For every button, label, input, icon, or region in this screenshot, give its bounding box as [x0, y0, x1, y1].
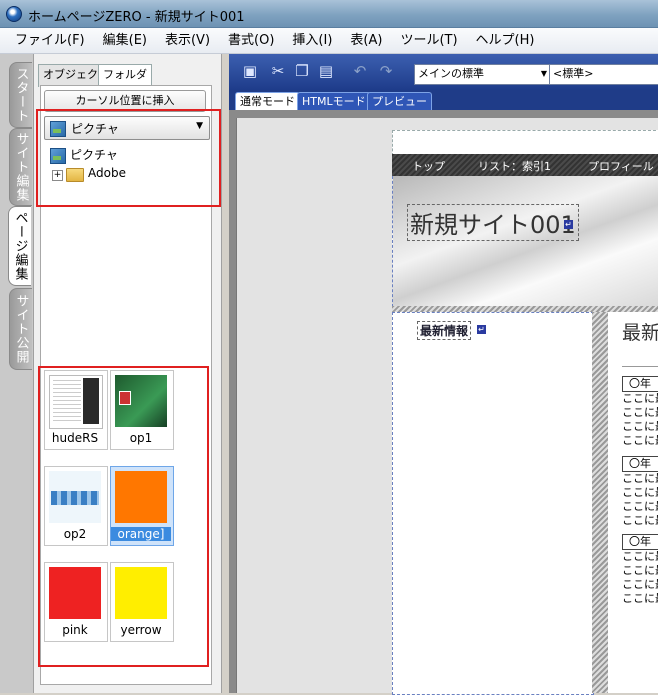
copy-icon[interactable]: ❐: [291, 60, 313, 82]
news-entry: 〇年 ここに最 ここに最 ここに最 ここに最: [622, 376, 658, 448]
nav-link[interactable]: プロフィール: [588, 158, 654, 174]
highlight-box: [38, 366, 209, 667]
undo-icon[interactable]: ↶: [349, 60, 371, 82]
side-tab-page-edit[interactable]: ページ編集: [8, 206, 31, 286]
entry-line: ここに最: [622, 420, 658, 433]
editor-toolbar: ▣ ✂ ❐ ▤ ↶ ↷ メインの標準 ▼ <標準>: [229, 54, 658, 90]
nav-link[interactable]: トップ: [412, 158, 445, 174]
nav-link[interactable]: リスト：索引1: [478, 158, 551, 174]
entry-date: 〇年: [622, 534, 658, 550]
entry-line: ここに最: [622, 392, 658, 405]
side-tab-site-edit[interactable]: サイト編集: [9, 128, 32, 206]
entry-line: ここに最: [622, 550, 658, 563]
folder-panel: オブジェクト フォルダ カーソル位置に挿入 ピクチャ ▼ ピクチャ + Adob…: [34, 54, 222, 693]
entry-date: 〇年: [622, 376, 658, 392]
site-title[interactable]: 新規サイト001: [407, 204, 579, 241]
menu-help[interactable]: ヘルプ(H): [467, 29, 544, 53]
app-icon: [6, 6, 22, 22]
style-select-value: メインの標準: [418, 67, 484, 80]
side-tab-strip: スタート サイト編集 ページ編集 サイト公開: [0, 54, 34, 693]
entry-line: ここに最: [622, 486, 658, 499]
tab-folder[interactable]: フォルダ: [98, 64, 152, 87]
menu-view[interactable]: 表示(V): [156, 29, 219, 53]
style-select[interactable]: メインの標準 ▼: [414, 64, 551, 85]
redo-icon[interactable]: ↷: [375, 60, 397, 82]
column-divider: [592, 312, 608, 693]
page-top-strip: [392, 130, 658, 156]
page-nav-bar: トップ リスト：索引1 プロフィール: [392, 154, 658, 176]
menu-tools[interactable]: ツール(T): [391, 29, 466, 53]
menu-file[interactable]: ファイル(F): [6, 29, 94, 53]
entry-line: ここに最: [622, 514, 658, 527]
entry-date: 〇年: [622, 456, 658, 472]
main-column: 最新 〇年 ここに最 ここに最 ここに最 ここに最 〇年 ここに最 ここに最 こ…: [608, 312, 658, 693]
format-select[interactable]: <標準>: [549, 64, 658, 85]
paste-icon[interactable]: ▤: [315, 60, 337, 82]
news-entry: 〇年 ここに最 ここに最 ここに最 ここに最: [622, 456, 658, 528]
save-icon[interactable]: ▣: [239, 60, 261, 82]
side-column: 最新情報 ↵: [392, 312, 594, 695]
anchor-icon: ↵: [564, 220, 573, 229]
anchor-icon: ↵: [477, 325, 486, 334]
tab-html-mode[interactable]: HTMLモード: [297, 92, 371, 111]
format-select-value: <標準>: [553, 67, 594, 80]
menu-format[interactable]: 書式(O): [219, 29, 283, 53]
entry-line: ここに最: [622, 564, 658, 577]
chevron-down-icon: ▼: [540, 69, 547, 78]
page-header: 新規サイト001 ↵: [392, 176, 658, 307]
side-tab-site-publish[interactable]: サイト公開: [9, 288, 32, 370]
menu-bar: ファイル(F) 編集(E) 表示(V) 書式(O) 挿入(I) 表(A) ツール…: [0, 28, 658, 54]
heading-rule: [622, 366, 658, 367]
entry-line: ここに最: [622, 592, 658, 605]
tab-preview[interactable]: プレビュー: [367, 92, 432, 111]
main-heading[interactable]: 最新: [622, 318, 658, 345]
menu-edit[interactable]: 編集(E): [94, 29, 156, 53]
news-entry: 〇年 ここに最 ここに最 ここに最 ここに最: [622, 534, 658, 606]
title-bar: ホームページZERO - 新規サイト001: [0, 0, 658, 28]
entry-line: ここに最: [622, 406, 658, 419]
tab-normal-mode[interactable]: 通常モード: [235, 92, 300, 111]
editor-canvas[interactable]: トップ リスト：索引1 プロフィール 新規サイト001 ↵ 最新情報 ↵ 最新 …: [236, 118, 658, 695]
entry-line: ここに最: [622, 500, 658, 513]
window-title: ホームページZERO - 新規サイト001: [28, 10, 245, 25]
entry-line: ここに最: [622, 578, 658, 591]
mode-tabs: 通常モード HTMLモード プレビュー: [229, 90, 658, 111]
entry-line: ここに最: [622, 472, 658, 485]
side-tab-start[interactable]: スタート: [9, 62, 32, 128]
side-heading[interactable]: 最新情報: [417, 321, 472, 340]
menu-table[interactable]: 表(A): [341, 29, 391, 53]
cut-icon[interactable]: ✂: [267, 60, 289, 82]
entry-line: ここに最: [622, 434, 658, 447]
menu-insert[interactable]: 挿入(I): [283, 29, 341, 53]
highlight-box: [36, 109, 221, 207]
